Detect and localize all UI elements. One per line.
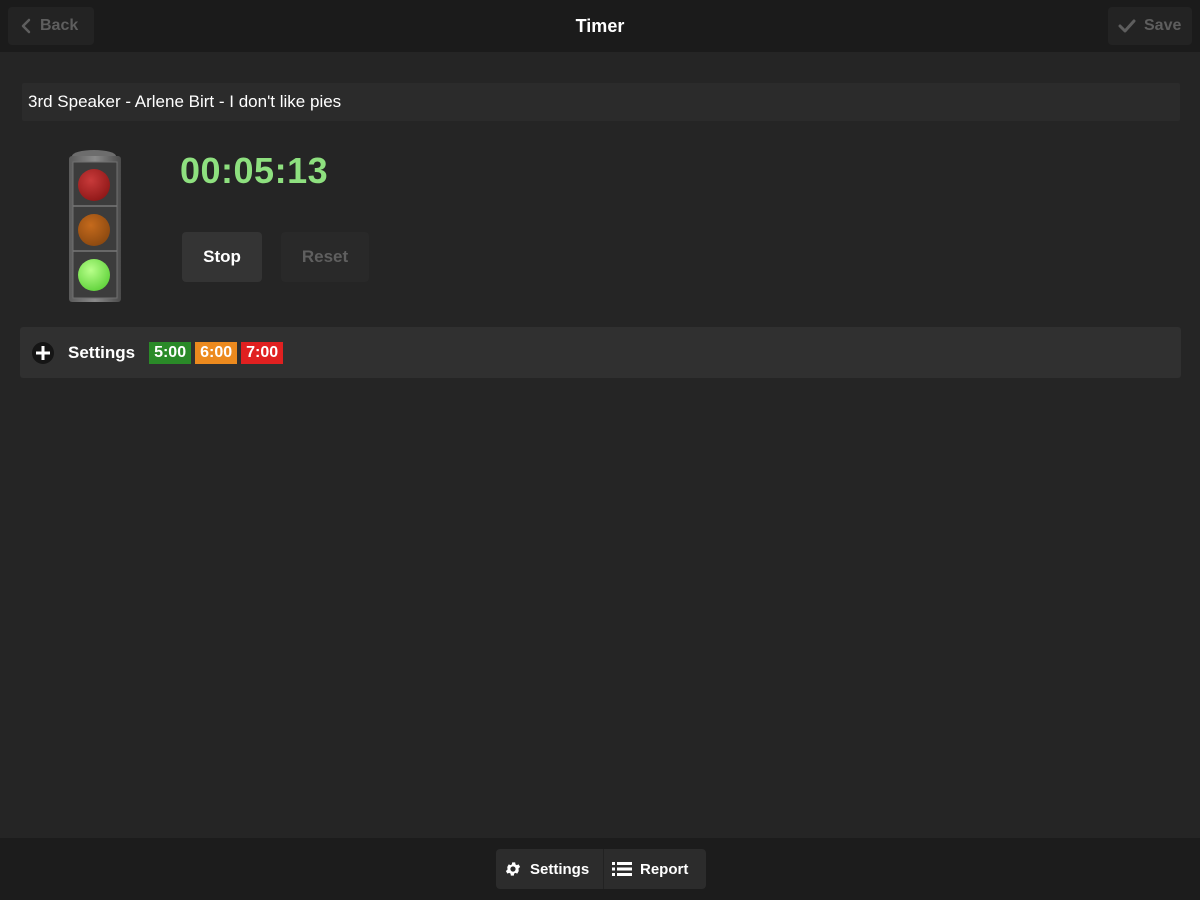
footer-button-group: Settings Report — [496, 849, 706, 889]
gear-icon — [505, 862, 521, 876]
checkmark-icon — [1118, 19, 1136, 33]
traffic-light-icon — [69, 150, 121, 302]
plus-icon[interactable] — [32, 341, 54, 364]
reset-button[interactable]: Reset — [281, 232, 369, 282]
stop-button[interactable]: Stop — [182, 232, 262, 282]
page-title: Timer — [575, 16, 625, 36]
list-icon — [612, 862, 632, 876]
settings-collapsible[interactable]: Settings 5:00 6:00 7:00 — [20, 327, 1181, 378]
footer-settings-button[interactable]: Settings — [496, 849, 604, 889]
settings-label: Settings — [68, 342, 136, 362]
save-label: Save — [1144, 17, 1182, 34]
red-threshold-badge: 7:00 — [241, 341, 284, 364]
speaker-input[interactable]: 3rd Speaker - Arlene Birt - I don't like… — [22, 83, 1180, 121]
save-button[interactable]: Save — [1108, 7, 1192, 45]
footer-report-label: Report — [640, 860, 689, 878]
footer-settings-label: Settings — [530, 860, 590, 878]
amber-threshold-badge: 6:00 — [195, 341, 238, 364]
green-threshold-badge: 5:00 — [149, 341, 192, 364]
footer-bar: Settings Report — [0, 838, 1200, 900]
header-bar: Back Timer Save — [0, 0, 1200, 52]
timer-display: 00:05:13 — [180, 150, 329, 191]
footer-report-button[interactable]: Report — [604, 849, 706, 889]
